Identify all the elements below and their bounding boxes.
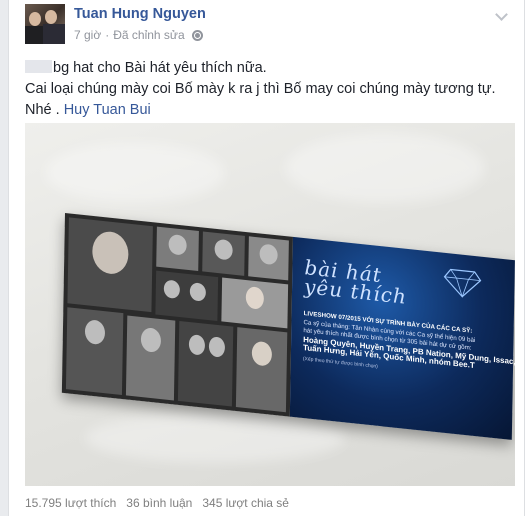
post-text: bg hat cho Bài hát yêu thích nữa. Cai lo… [25, 58, 505, 121]
facebook-post: Tuan Hung Nguyen 7 giờ · Đã chỉnh sửa bg… [8, 0, 525, 516]
globe-icon[interactable] [191, 30, 203, 41]
shares-count[interactable]: 345 lượt chia sẻ [202, 496, 289, 510]
post-stats: 15.795 lượt thích 36 bình luận 345 lượt … [25, 496, 289, 510]
post-meta: 7 giờ · Đã chỉnh sửa [74, 28, 203, 42]
singer-collage [61, 213, 293, 417]
post-photo[interactable]: bài hát yêu thích LIVESHOW 07/2015 VỚI S… [25, 123, 515, 486]
tagged-user-link[interactable]: Huy Tuan Bui [64, 102, 151, 118]
post-text-line-2: Cai loại chúng mày coi Bố mày k ra j thì… [25, 81, 496, 97]
edited-label[interactable]: Đã chỉnh sửa [113, 28, 184, 42]
redacted-text [25, 60, 52, 73]
comments-count[interactable]: 36 bình luận [126, 496, 192, 510]
post-text-line-1: bg hat cho Bài hát yêu thích nữa. [25, 58, 505, 79]
post-text-line-3: Nhé . Huy Tuan Bui [25, 102, 151, 118]
chevron-down-icon[interactable] [495, 8, 509, 22]
likes-count[interactable]: 15.795 lượt thích [25, 496, 116, 510]
meta-separator: · [105, 28, 110, 42]
ticket-info-panel: bài hát yêu thích LIVESHOW 07/2015 VỚI S… [289, 236, 515, 440]
post-header: Tuan Hung Nguyen 7 giờ · Đã chỉnh sửa [25, 4, 515, 44]
post-time[interactable]: 7 giờ [74, 28, 101, 42]
author-name[interactable]: Tuan Hung Nguyen [74, 6, 206, 22]
liveshow-ticket: bài hát yêu thích LIVESHOW 07/2015 VỚI S… [61, 213, 515, 440]
avatar[interactable] [25, 4, 65, 44]
diamond-icon [443, 268, 482, 298]
